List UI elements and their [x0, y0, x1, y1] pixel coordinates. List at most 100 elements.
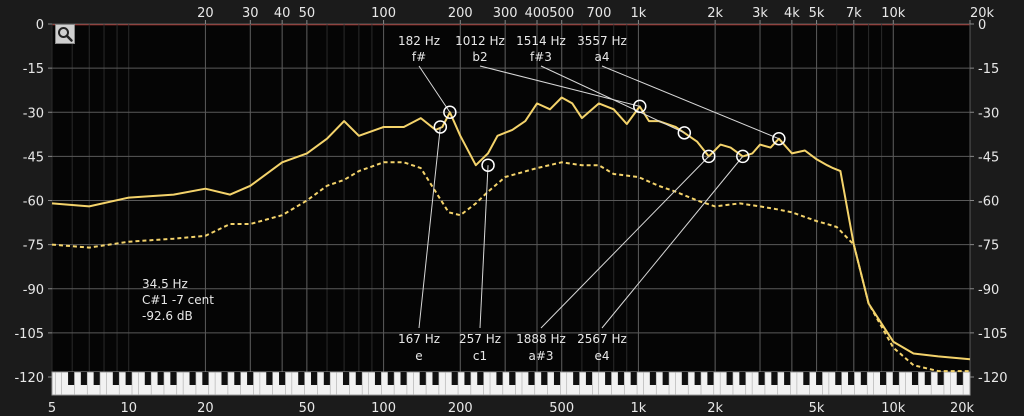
- piano-black-key: [771, 372, 778, 385]
- cursor-readout-line: -92.6 dB: [142, 309, 193, 323]
- top-tick-label: 400: [525, 6, 550, 21]
- cursor-readout-line: 34.5 Hz: [142, 277, 188, 291]
- magnifier-icon: [58, 27, 73, 42]
- y-tick-label-left: -15: [23, 62, 44, 77]
- piano-black-key: [681, 372, 689, 385]
- bottom-tick-label: 1k: [631, 401, 647, 416]
- piano-black-key: [835, 372, 842, 385]
- bottom-tick-label: 2k: [707, 401, 723, 416]
- peak-note-label: f#: [412, 50, 426, 64]
- y-tick-label-right: -60: [978, 195, 999, 210]
- piano-black-key: [617, 372, 625, 385]
- y-tick-label-left: 0: [36, 18, 44, 33]
- piano-black-key: [585, 372, 593, 385]
- piano-black-key: [221, 372, 228, 385]
- top-tick-label: 40: [274, 6, 291, 21]
- top-tick-label: 300: [493, 6, 518, 21]
- top-tick-label: 3k: [752, 6, 768, 21]
- piano-black-key: [112, 372, 120, 385]
- piano-black-key: [726, 372, 733, 385]
- piano-black-key: [892, 372, 900, 385]
- bottom-tick-label: 10k: [881, 401, 906, 416]
- spectrum-chart[interactable]: 20 30 40 50 100 200 300 400 500 700 1k 2k 3k 4k 5k 7k 10…: [0, 0, 1024, 416]
- bottom-tick-label: 100: [371, 401, 396, 416]
- top-tick-label: 1k: [631, 6, 647, 21]
- piano-black-key: [573, 372, 580, 385]
- y-tick-label-left: -45: [23, 150, 44, 165]
- y-tick-label-right: -45: [978, 150, 999, 165]
- piano-black-key: [924, 372, 932, 385]
- y-tick-label-right: -75: [978, 239, 999, 254]
- top-tick-label: 200: [448, 6, 473, 21]
- peak-frequency-label: 167 Hz: [398, 332, 440, 346]
- piano-black-key: [451, 372, 459, 385]
- top-tick-label: 500: [549, 6, 574, 21]
- piano-black-key: [170, 372, 177, 385]
- y-tick-label-left: -30: [23, 106, 44, 121]
- top-tick-label: 5k: [809, 6, 825, 21]
- y-tick-label-left: -105: [14, 327, 44, 342]
- y-tick-label-right: -120: [978, 371, 1008, 386]
- top-tick-label: 20: [197, 6, 214, 21]
- piano-black-key: [279, 372, 286, 385]
- peak-frequency-label: 182 Hz: [398, 34, 440, 48]
- piano-black-key: [355, 372, 363, 385]
- bottom-tick-label: 200: [448, 401, 473, 416]
- y-tick-label-right: -90: [978, 283, 999, 298]
- spectrum-analyzer: 20 30 40 50 100 200 300 400 500 700 1k 2k 3k 4k 5k 7k 10…: [0, 0, 1024, 416]
- top-tick-label: 700: [587, 6, 612, 21]
- piano-black-key: [956, 372, 964, 385]
- piano-black-key: [432, 372, 439, 385]
- piano-black-key: [125, 372, 132, 385]
- piano-black-key: [605, 372, 612, 385]
- zoom-button[interactable]: [55, 24, 75, 44]
- piano-black-key: [803, 372, 810, 385]
- peak-note-label: a#3: [528, 349, 553, 363]
- top-tick-label: 7k: [846, 6, 862, 21]
- piano-black-key: [157, 372, 164, 385]
- peak-note-label: e4: [594, 349, 609, 363]
- bottom-tick-label: 50: [299, 401, 316, 416]
- piano-black-key: [234, 372, 241, 385]
- peak-frequency-label: 257 Hz: [459, 332, 501, 346]
- piano-black-key: [93, 372, 101, 385]
- piano-black-key: [464, 372, 471, 385]
- piano-black-key: [387, 372, 395, 385]
- piano-black-key: [266, 372, 273, 385]
- piano-black-key: [342, 372, 350, 385]
- y-tick-label-left: -90: [23, 283, 44, 298]
- piano-black-key: [860, 372, 868, 385]
- peak-frequency-label: 3557 Hz: [577, 34, 627, 48]
- piano-black-key: [189, 372, 196, 385]
- y-tick-label-left: -60: [23, 195, 44, 210]
- piano-black-key: [739, 372, 746, 385]
- piano-black-key: [528, 372, 535, 385]
- piano-black-key: [937, 372, 944, 385]
- piano-black-key: [707, 372, 714, 385]
- y-tick-label-left: -75: [23, 239, 44, 254]
- top-tick-label: 2k: [707, 6, 723, 21]
- piano-black-key: [911, 372, 919, 385]
- bottom-tick-label: 5k: [809, 401, 825, 416]
- peak-note-label: e: [415, 349, 422, 363]
- bottom-tick-label: 500: [549, 401, 574, 416]
- y-tick-label-right: -15: [978, 62, 999, 77]
- top-tick-label: 50: [299, 6, 316, 21]
- bottom-tick-label: 10: [120, 401, 137, 416]
- piano-black-key: [144, 372, 152, 385]
- piano-black-key: [541, 372, 548, 385]
- piano-black-key: [202, 372, 209, 385]
- piano-black-key: [80, 372, 88, 385]
- peak-note-label: f#3: [530, 50, 552, 64]
- piano-black-key: [553, 372, 561, 385]
- piano-black-key: [784, 372, 791, 385]
- piano-black-key: [374, 372, 382, 385]
- piano-black-key: [880, 372, 887, 385]
- piano-black-key: [311, 372, 318, 385]
- piano-black-key: [68, 372, 75, 385]
- top-tick-label: 100: [371, 6, 396, 21]
- bottom-tick-label: 5: [48, 401, 56, 416]
- piano-black-key: [419, 372, 427, 385]
- peak-note-label: b2: [472, 50, 487, 64]
- piano-black-key: [509, 372, 516, 385]
